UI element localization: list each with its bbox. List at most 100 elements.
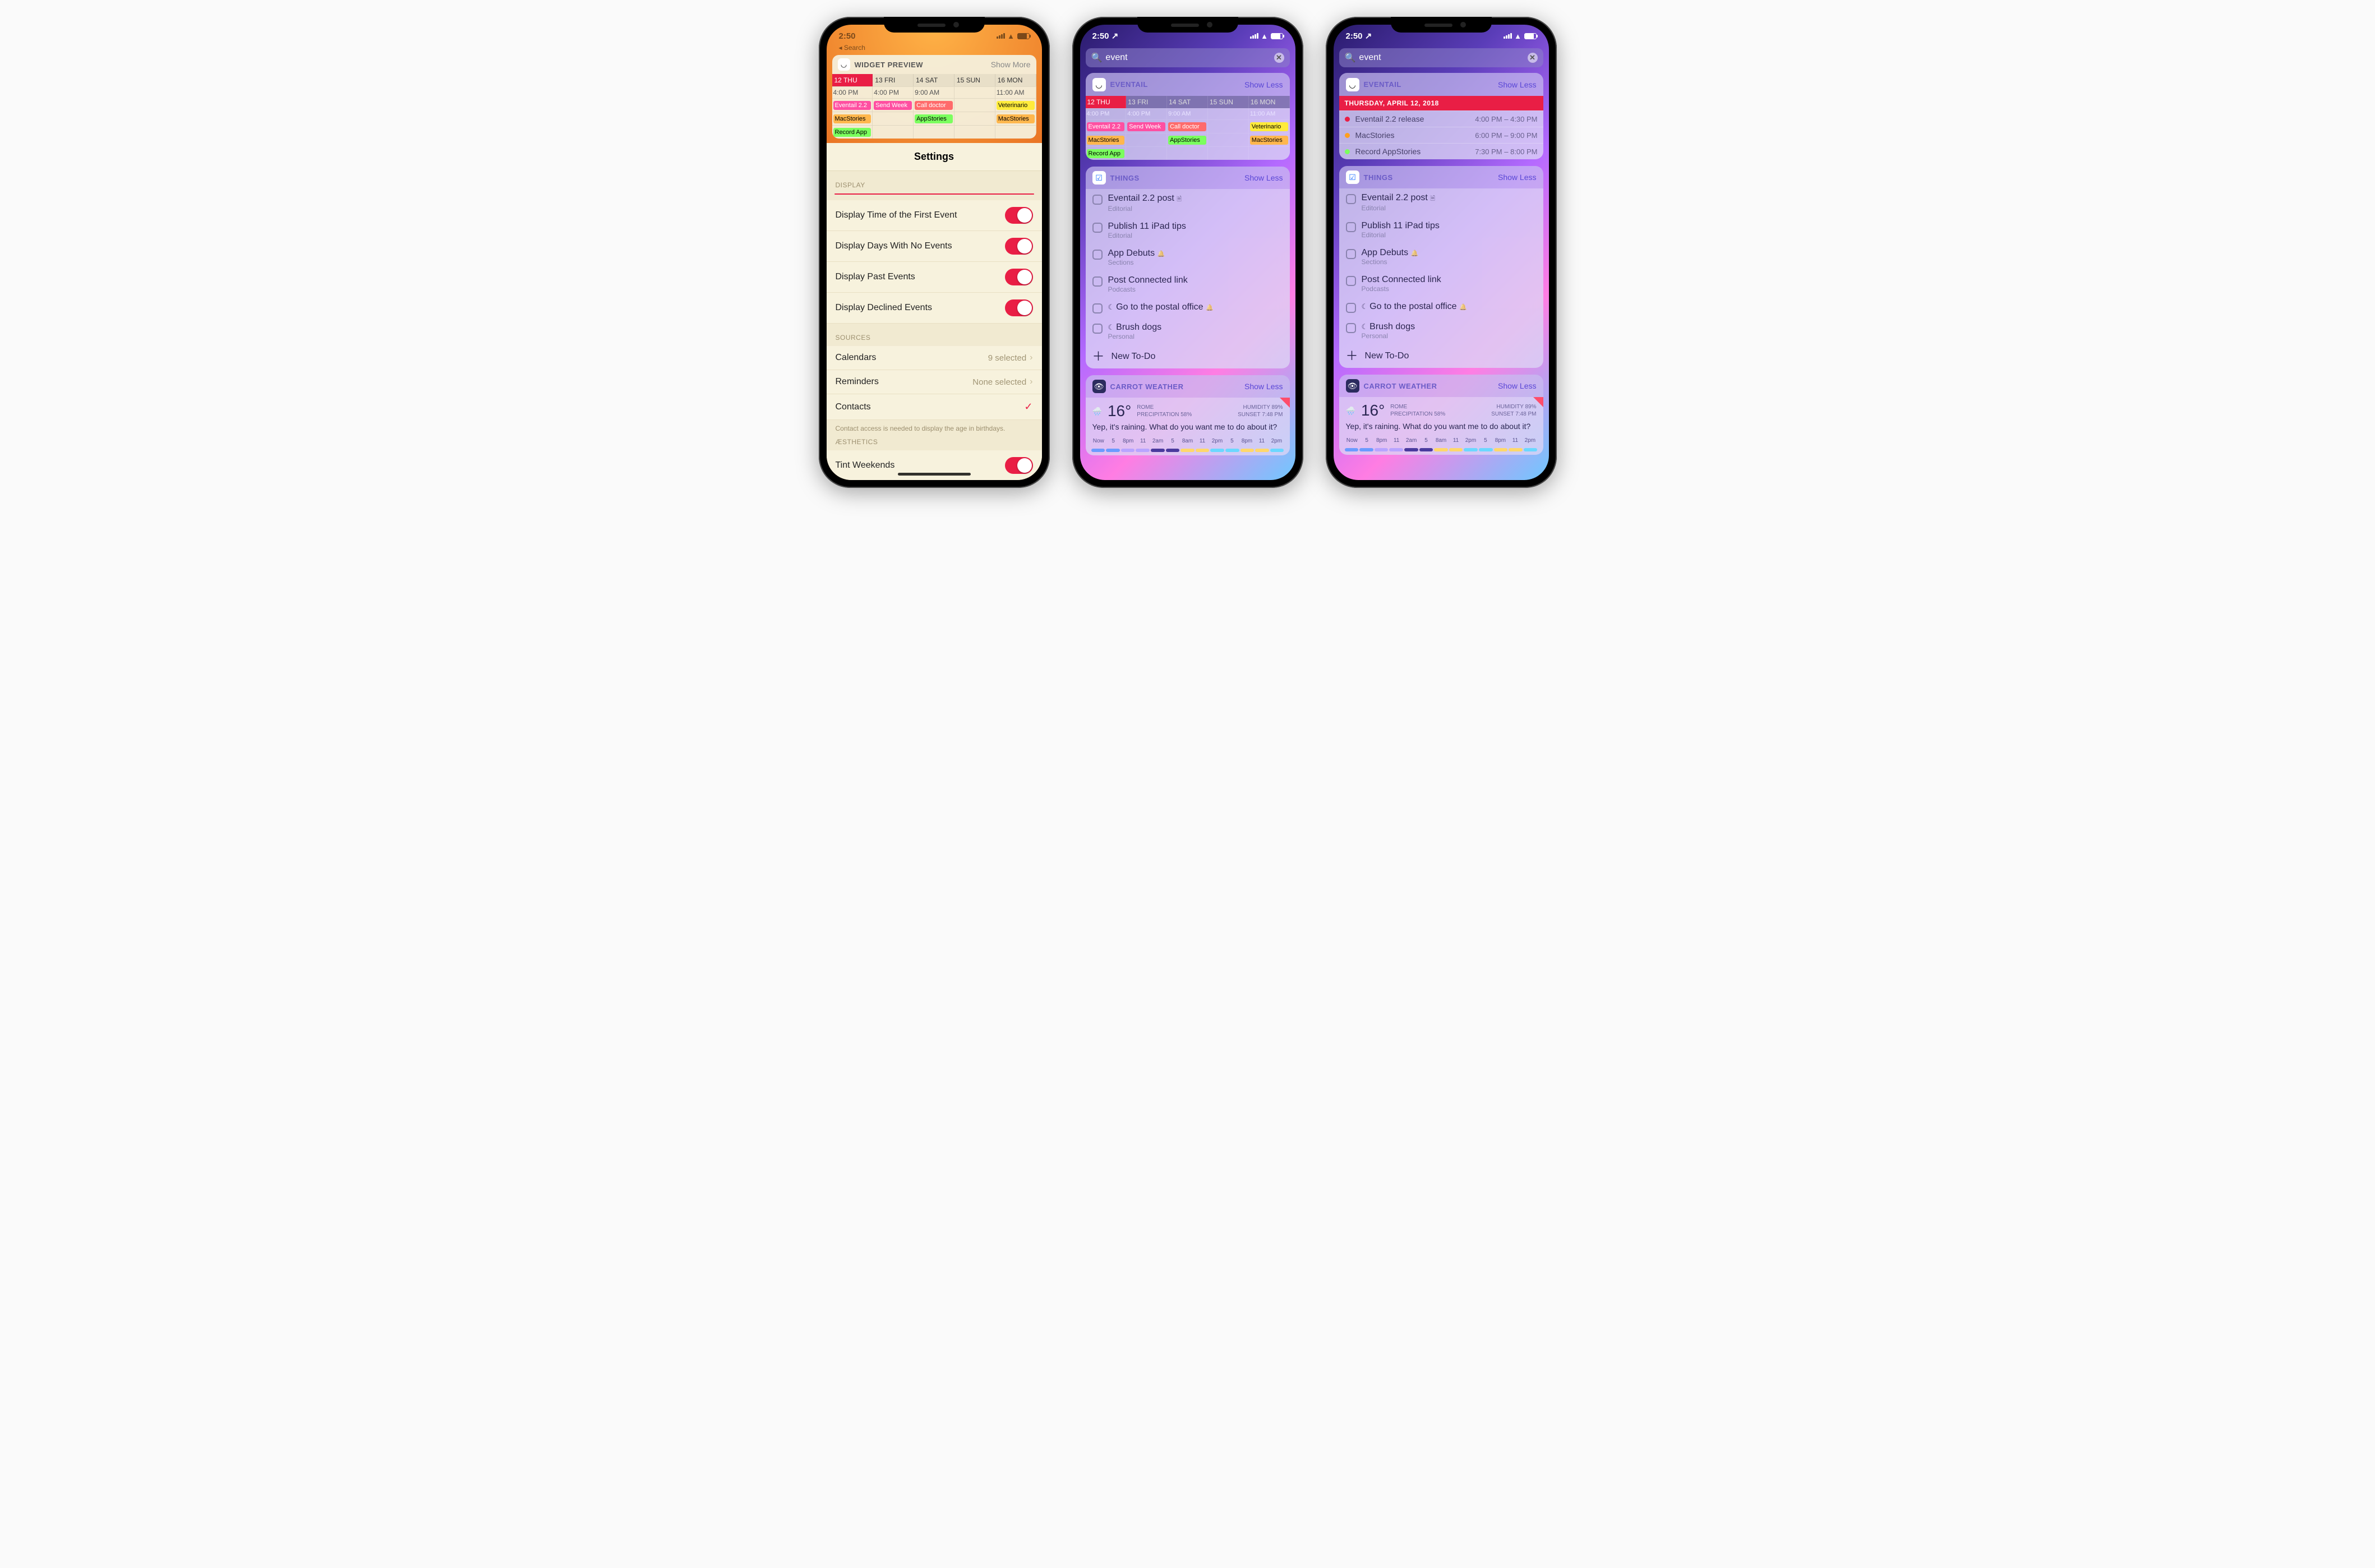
show-less-button[interactable]: Show Less (1498, 173, 1536, 182)
contacts-footnote: Contact access is needed to display the … (827, 420, 1042, 435)
checkbox[interactable] (1346, 222, 1356, 232)
wifi-icon: ▲ (1261, 32, 1268, 40)
checkbox[interactable] (1346, 323, 1356, 333)
section-display: DISPLAY (827, 171, 1042, 193)
settings-panel: Settings DISPLAY 3 Days 4 Days 5 Days 6 … (827, 143, 1042, 480)
things-sublabel: Editorial (1108, 232, 1186, 239)
bell-icon: 🔔 (1206, 305, 1214, 311)
settings-title: Settings (827, 143, 1042, 171)
checkbox[interactable] (1346, 249, 1356, 259)
widget-calendar-grid: 12 THU 13 FRI 14 SAT 15 SUN 16 MON 4:00 … (832, 74, 1036, 139)
battery-icon (1017, 33, 1030, 39)
wifi-icon: ▲ (1514, 32, 1521, 40)
bell-icon: 🔔 (1411, 250, 1419, 257)
things-item[interactable]: Eventail 2.2 post 🗎Editorial (1086, 189, 1290, 217)
checkbox[interactable] (1092, 303, 1103, 313)
moon-icon: ☾ (1362, 302, 1368, 311)
seg-5days[interactable]: 5 Days (915, 194, 954, 195)
home-indicator[interactable] (898, 473, 971, 476)
things-item[interactable]: ☾Brush dogs Personal (1086, 318, 1290, 345)
eventail-app-icon: ◡ (1092, 78, 1106, 91)
things-item[interactable]: Publish 11 iPad tips Editorial (1086, 217, 1290, 244)
switch-first-time[interactable] (1005, 207, 1033, 224)
new-todo-button[interactable]: ＋New To-Do (1339, 344, 1543, 368)
things-item[interactable]: ☾Go to the postal office 🔔 (1339, 297, 1543, 317)
checkbox[interactable] (1092, 276, 1103, 287)
seg-3days[interactable]: 3 Days (835, 194, 875, 195)
phone-2: 2:50 ↗ ▲ 🔍 event ✕ ◡ EVENTAIL Show Less … (1072, 17, 1303, 488)
show-more-button[interactable]: Show More (991, 60, 1031, 69)
show-less-button[interactable]: Show Less (1498, 381, 1536, 390)
agenda-item[interactable]: MacStories6:00 PM – 9:00 PM (1339, 127, 1543, 143)
show-less-button[interactable]: Show Less (1244, 80, 1283, 89)
back-to-search[interactable]: ◂ Search (827, 44, 1042, 52)
new-todo-button[interactable]: ＋New To-Do (1086, 345, 1290, 368)
hourly-labels: Now58pm112am58am112pm58pm112pm (1339, 435, 1543, 448)
search-text[interactable]: event (1359, 53, 1527, 63)
switch-past[interactable] (1005, 269, 1033, 285)
hourly-dots (1086, 449, 1290, 455)
things-item[interactable]: Post Connected link Podcasts (1339, 270, 1543, 297)
show-less-button[interactable]: Show Less (1498, 80, 1536, 89)
seg-6days[interactable]: 6 Days (954, 194, 994, 195)
things-sublabel: Sections (1362, 258, 1419, 266)
spotlight-search[interactable]: 🔍 event ✕ (1086, 48, 1290, 67)
agenda-item[interactable]: Record AppStories7:30 PM – 8:00 PM (1339, 143, 1543, 159)
spotlight-search[interactable]: 🔍 event ✕ (1339, 48, 1543, 67)
checkbox[interactable] (1346, 276, 1356, 286)
show-less-button[interactable]: Show Less (1244, 382, 1283, 391)
switch-empty-days[interactable] (1005, 238, 1033, 255)
checkbox[interactable] (1346, 303, 1356, 313)
switch-declined[interactable] (1005, 299, 1033, 316)
weather-icon: 🌧️ (1346, 406, 1355, 416)
days-segmented-control[interactable]: 3 Days 4 Days 5 Days 6 Days 7 Days (834, 193, 1034, 195)
row-calendars[interactable]: Calendars9 selected› (827, 346, 1042, 370)
things-item[interactable]: App Debuts 🔔Sections (1086, 244, 1290, 271)
notch (884, 17, 985, 33)
search-text[interactable]: event (1105, 53, 1274, 63)
checkbox[interactable] (1346, 194, 1356, 204)
things-sublabel: Sections (1108, 259, 1165, 266)
eventail-app-icon: ◡ (838, 58, 850, 71)
chevron-icon: › (1030, 377, 1032, 387)
seg-4days[interactable]: 4 Days (875, 194, 915, 195)
things-item[interactable]: ☾Brush dogs Personal (1339, 317, 1543, 344)
things-sublabel: Editorial (1108, 205, 1182, 213)
corner-flag-icon (1280, 398, 1290, 408)
row-contacts[interactable]: Contacts✓ (827, 394, 1042, 420)
seg-7days[interactable]: 7 Days (994, 194, 1034, 195)
plus-icon: ＋ (1346, 350, 1358, 362)
eventail-widget: ◡ EVENTAIL Show Less 12 THU 13 FRI 14 SA… (1086, 73, 1290, 160)
show-less-button[interactable]: Show Less (1244, 173, 1283, 182)
signal-icon (1250, 33, 1258, 39)
things-item[interactable]: Post Connected link Podcasts (1086, 271, 1290, 298)
carrot-app-icon: 👁 (1346, 379, 1359, 393)
carrot-message: Yep, it's raining. What do you want me t… (1086, 421, 1290, 436)
location-icon: ↗ (1112, 31, 1119, 41)
agenda-item[interactable]: Eventail 2.2 release4:00 PM – 4:30 PM (1339, 110, 1543, 127)
corner-flag-icon (1533, 397, 1543, 407)
calendar-color-dot (1345, 117, 1350, 122)
checkbox[interactable] (1092, 195, 1103, 205)
row-reminders[interactable]: RemindersNone selected› (827, 370, 1042, 394)
note-icon: 🗎 (1430, 195, 1435, 202)
switch-tint[interactable] (1005, 457, 1033, 474)
things-item[interactable]: Eventail 2.2 post 🗎Editorial (1339, 188, 1543, 216)
battery-icon (1271, 33, 1283, 39)
things-item[interactable]: ☾Go to the postal office 🔔 (1086, 298, 1290, 318)
checkbox[interactable] (1092, 324, 1103, 334)
check-icon: ✓ (1024, 401, 1032, 413)
calendar-color-dot (1345, 149, 1350, 154)
battery-icon (1524, 33, 1537, 39)
moon-icon: ☾ (1108, 323, 1115, 331)
checkbox[interactable] (1092, 223, 1103, 233)
eventail-widget-agenda: ◡ EVENTAIL Show Less THURSDAY, APRIL 12,… (1339, 73, 1543, 159)
weather-icon: 🌧️ (1092, 407, 1102, 416)
clear-search-icon[interactable]: ✕ (1528, 53, 1538, 63)
checkbox[interactable] (1092, 250, 1103, 260)
status-right: ▲ (997, 32, 1029, 40)
clear-search-icon[interactable]: ✕ (1274, 53, 1284, 63)
things-item[interactable]: App Debuts 🔔Sections (1339, 243, 1543, 270)
section-sources: SOURCES (827, 324, 1042, 346)
things-item[interactable]: Publish 11 iPad tips Editorial (1339, 216, 1543, 243)
